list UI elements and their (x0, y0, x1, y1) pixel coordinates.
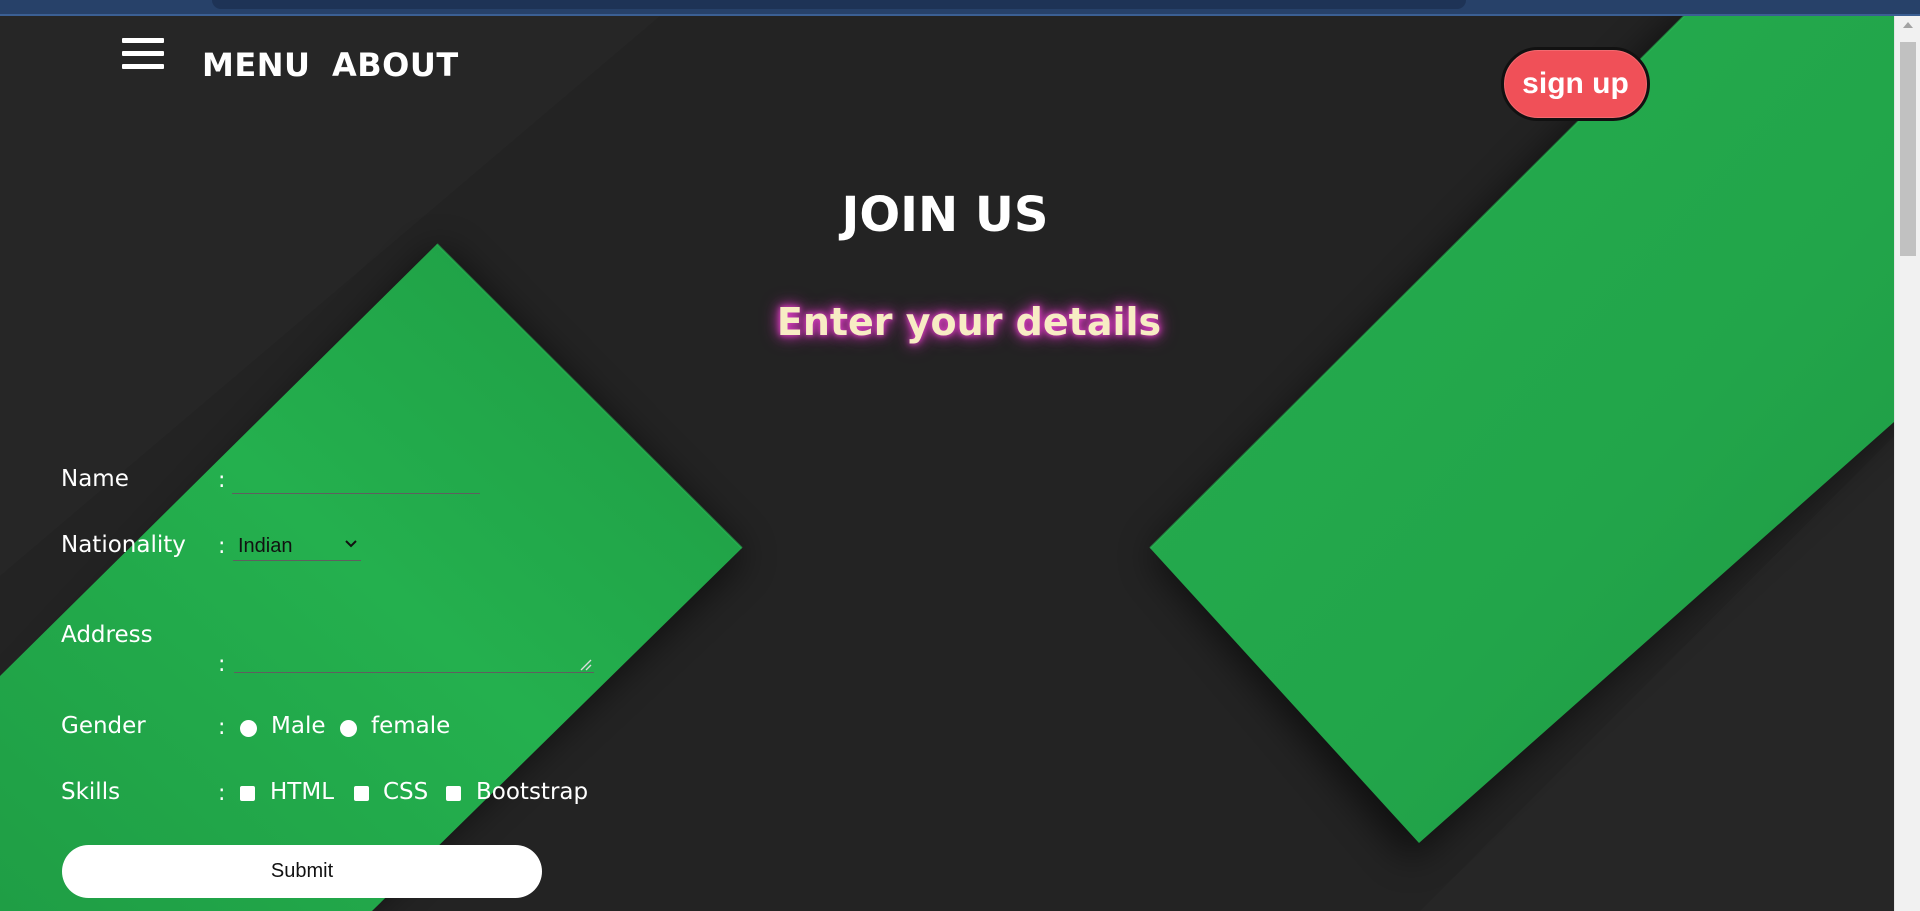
gender-male-label: Male (271, 713, 326, 739)
hamburger-icon[interactable] (122, 38, 164, 74)
nationality-selected-value: Indian (238, 535, 293, 557)
page-title: JOIN US (841, 187, 1049, 243)
nationality-select[interactable]: Indian (233, 533, 361, 561)
page-viewport: MENU ABOUT sign up JOIN US Enter your de… (0, 16, 1894, 911)
chevron-down-icon (345, 540, 357, 548)
skill-bootstrap-label: Bootstrap (476, 779, 589, 805)
nationality-colon: : (218, 534, 226, 559)
signup-button[interactable]: sign up (1501, 47, 1650, 121)
browser-address-bar[interactable] (212, 0, 1466, 9)
skill-html-checkbox[interactable] (240, 786, 255, 801)
address-textarea[interactable] (234, 627, 594, 673)
skills-colon: : (218, 781, 226, 806)
gender-colon: : (218, 715, 226, 740)
page-subtitle: Enter your details (776, 300, 1162, 344)
address-label: Address (61, 622, 153, 648)
nationality-label: Nationality (61, 532, 186, 558)
nav-menu-link[interactable]: MENU (202, 46, 310, 84)
resize-grip-icon[interactable] (580, 659, 592, 671)
name-colon: : (218, 468, 226, 493)
gender-female-radio[interactable] (340, 720, 357, 737)
gender-male-radio[interactable] (240, 720, 257, 737)
skill-css-checkbox[interactable] (354, 786, 369, 801)
skill-bootstrap-checkbox[interactable] (446, 786, 461, 801)
address-colon: : (218, 652, 226, 677)
gender-female-label: female (371, 713, 451, 739)
scroll-up-arrow-icon[interactable] (1903, 22, 1913, 28)
submit-button[interactable]: Submit (62, 845, 542, 898)
background-art (0, 16, 1894, 911)
vertical-scrollbar[interactable] (1894, 16, 1920, 911)
scrollbar-thumb[interactable] (1900, 42, 1916, 256)
name-input[interactable] (232, 466, 480, 494)
skill-html-label: HTML (270, 779, 335, 805)
skills-label: Skills (61, 779, 121, 805)
gender-label: Gender (61, 713, 146, 739)
browser-top-bar (0, 0, 1920, 16)
nav-about-link[interactable]: ABOUT (332, 46, 459, 84)
skill-css-label: CSS (383, 779, 429, 805)
name-label: Name (61, 466, 129, 492)
